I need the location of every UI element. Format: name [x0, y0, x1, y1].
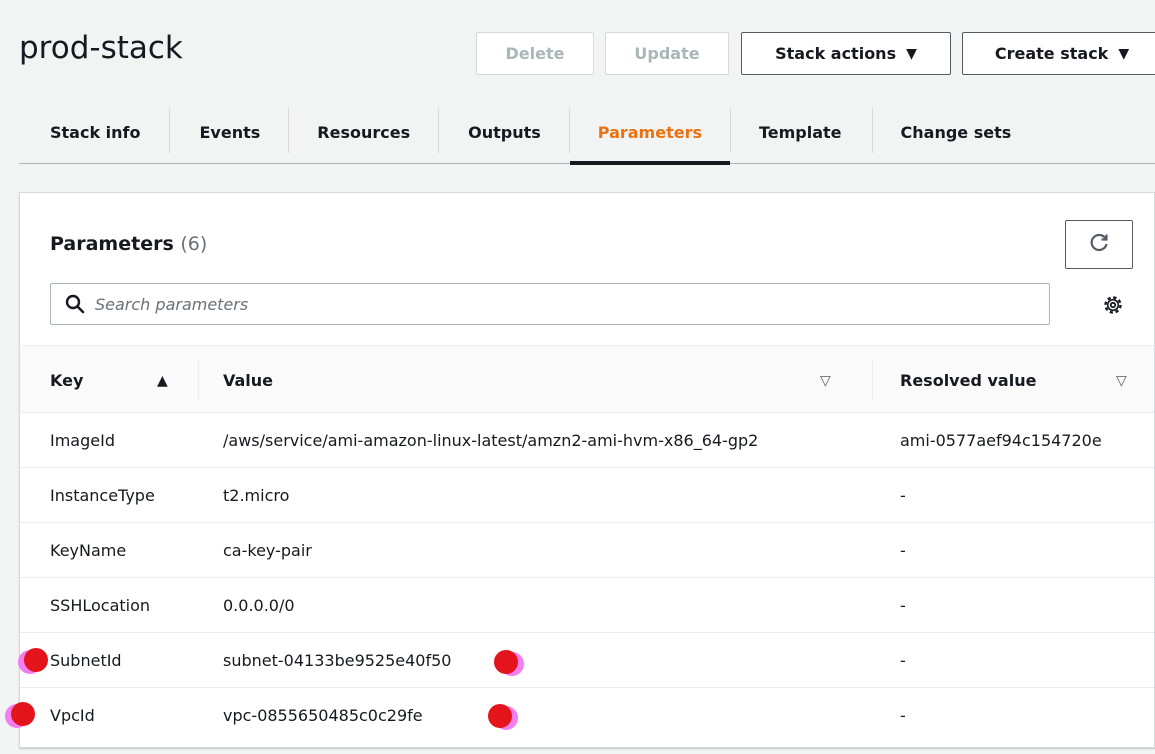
caret-down-icon: ▼ — [906, 45, 917, 62]
stack-actions-label: Stack actions — [775, 44, 897, 63]
column-header-resolved-value[interactable]: Resolved value — [900, 346, 1036, 414]
param-value: ca-key-pair — [223, 541, 312, 560]
param-key: InstanceType — [50, 486, 155, 505]
delete-button[interactable]: Delete — [476, 32, 594, 75]
refresh-button[interactable] — [1065, 220, 1133, 269]
param-key: KeyName — [50, 541, 127, 560]
param-value: /aws/service/ami-amazon-linux-latest/amz… — [223, 431, 759, 450]
column-header-value[interactable]: Value — [223, 346, 273, 414]
param-resolved-value: ami-0577aef94c154720e — [900, 431, 1102, 450]
table-row: ImageId /aws/service/ami-amazon-linux-la… — [20, 413, 1154, 468]
tab-outputs[interactable]: Outputs — [439, 100, 569, 164]
param-value: subnet-04133be9525e40f50 — [223, 651, 452, 670]
tab-parameters[interactable]: Parameters — [569, 100, 731, 165]
stack-title: prod-stack — [19, 30, 183, 66]
annotation-marker — [18, 648, 48, 674]
table-row: KeyName ca-key-pair - — [20, 523, 1154, 578]
param-key: SubnetId — [50, 651, 122, 670]
panel-title-text: Parameters — [50, 233, 174, 255]
cloudformation-stack-page: prod-stack Delete Update Stack actions ▼… — [0, 0, 1155, 754]
annotation-marker — [488, 704, 518, 730]
column-divider — [198, 360, 199, 400]
param-key: SSHLocation — [50, 596, 151, 615]
param-value: 0.0.0.0/0 — [223, 596, 295, 615]
param-resolved-value: - — [900, 596, 906, 615]
table-row: InstanceType t2.micro - — [20, 468, 1154, 523]
param-resolved-value: - — [900, 541, 906, 560]
param-value: t2.micro — [223, 486, 290, 505]
annotation-marker — [494, 650, 524, 676]
tab-stack-info[interactable]: Stack info — [19, 100, 169, 164]
refresh-icon — [1088, 232, 1110, 257]
tab-resources[interactable]: Resources — [289, 100, 438, 164]
marker-dot — [24, 648, 48, 672]
parameter-count: (6) — [180, 233, 208, 255]
table-row: SubnetId subnet-04133be9525e40f50 - — [18, 633, 1154, 688]
param-value: vpc-0855650485c0c29fe — [223, 706, 423, 725]
sort-unsorted-icon[interactable]: ▽ — [1116, 373, 1127, 389]
sort-unsorted-icon[interactable]: ▽ — [820, 373, 831, 389]
search-field[interactable] — [50, 283, 1050, 325]
create-stack-label: Create stack — [994, 44, 1109, 63]
param-key: VpcId — [50, 706, 95, 725]
column-divider — [872, 360, 873, 400]
search-icon — [65, 294, 85, 314]
stack-actions-button[interactable]: Stack actions ▼ — [741, 32, 951, 75]
search-input[interactable] — [95, 294, 995, 314]
parameters-panel: Parameters (6) Search parameters Key ▲ V… — [5, 192, 1155, 748]
table-header: Key ▲ Value ▽ Resolved value ▽ — [20, 345, 1154, 413]
create-stack-button[interactable]: Create stack ▼ — [962, 32, 1155, 75]
update-button[interactable]: Update — [605, 32, 729, 75]
table-row: VpcId vpc-0855650485c0c29fe - — [5, 688, 1154, 743]
tab-template[interactable]: Template — [731, 100, 872, 164]
annotation-marker — [5, 702, 35, 728]
table-row: SSHLocation 0.0.0.0/0 - — [20, 578, 1154, 633]
marker-dot — [488, 704, 512, 728]
stack-tabs: Stack info Events Resources Outputs Para… — [19, 100, 1155, 165]
param-resolved-value: - — [900, 486, 906, 505]
tab-events[interactable]: Events — [170, 100, 289, 164]
sort-ascending-icon[interactable]: ▲ — [157, 373, 168, 389]
marker-dot — [11, 702, 35, 726]
param-key: ImageId — [50, 431, 115, 450]
gear-icon[interactable] — [1100, 292, 1126, 318]
marker-dot — [494, 650, 518, 674]
parameters-table: Key ▲ Value ▽ Resolved value ▽ ImageId /… — [5, 345, 1154, 743]
param-resolved-value: - — [900, 651, 906, 670]
param-resolved-value: - — [900, 706, 906, 725]
tab-change-sets[interactable]: Change sets — [873, 100, 1040, 164]
panel-title: Parameters (6) — [50, 233, 207, 255]
column-header-key[interactable]: Key — [50, 346, 83, 414]
caret-down-icon: ▼ — [1118, 45, 1130, 62]
